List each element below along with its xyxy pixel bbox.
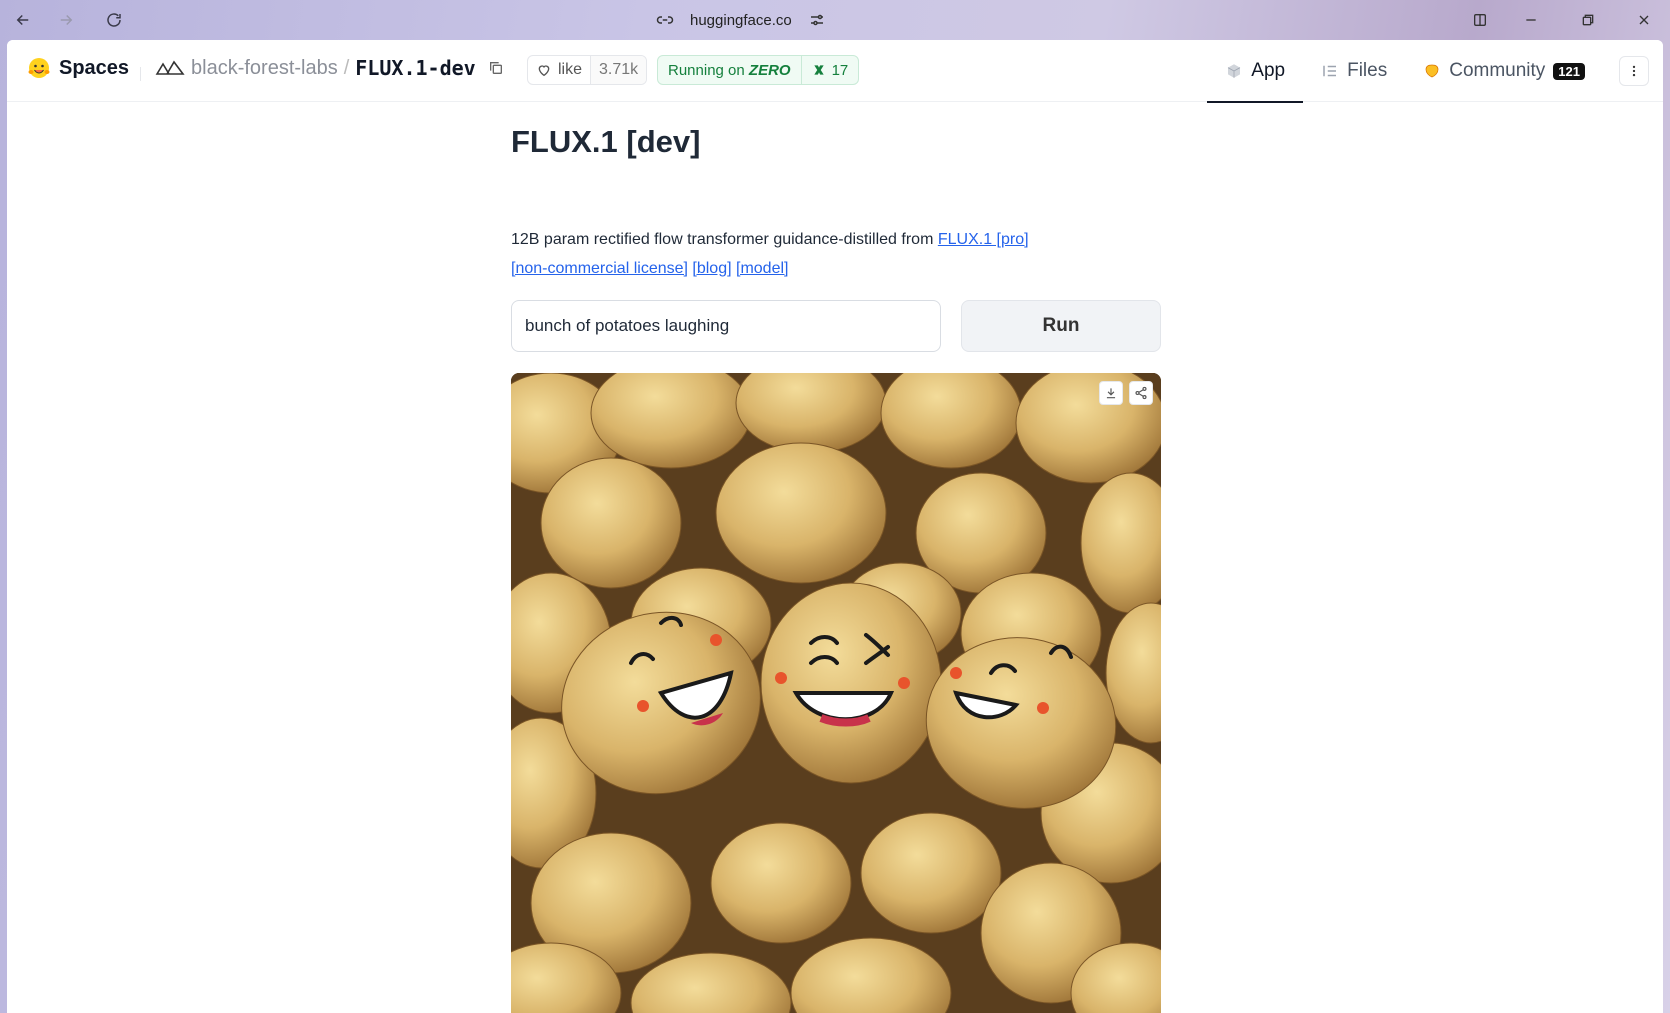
breadcrumb-separator: / [343,56,350,79]
close-icon[interactable] [1633,9,1655,31]
potatoes-image-illustration [511,373,1161,1013]
tab-files[interactable]: Files [1303,40,1405,102]
app-description: 12B param rectified flow transformer gui… [511,225,1161,283]
zero-gpu-count-wrap: 17 [800,56,859,84]
community-count-badge: 121 [1553,62,1585,80]
spaces-link[interactable]: Spaces [27,56,129,80]
reload-icon[interactable] [103,9,125,31]
restore-icon[interactable] [1577,9,1599,31]
share-icon [1135,386,1147,400]
site-header: Spaces black-forest-labs / FLUX.1-dev li… [7,40,1663,103]
files-icon [1323,65,1337,77]
hardware-label: ZERO [748,61,791,79]
like-button[interactable]: like 3.71k [527,55,648,85]
more-menu-button[interactable] [1619,56,1649,86]
share-button[interactable] [1129,381,1153,405]
tab-community[interactable]: Community 121 [1405,40,1603,102]
copy-icon[interactable] [488,60,504,76]
like-label-wrap: like [528,56,590,84]
generated-image [511,373,1161,1013]
breadcrumb: black-forest-labs / FLUX.1-dev [155,56,504,80]
prompt-value: bunch of potatoes laughing [525,316,730,335]
heart-icon [538,65,550,77]
link-icon [656,16,674,24]
description-text: 12B param rectified flow transformer gui… [511,231,938,248]
header-divider [140,67,141,81]
zero-count: 17 [831,61,849,79]
tab-app-label: App [1251,60,1286,81]
page-title: FLUX.1 [dev] [511,124,701,159]
url-text: huggingface.co [690,11,792,29]
repo-name-link[interactable]: FLUX.1-dev [355,56,475,80]
zero-gpu-icon [813,65,824,75]
page: Spaces black-forest-labs / FLUX.1-dev li… [7,40,1663,1013]
blog-link[interactable]: [blog] [692,260,731,277]
back-icon[interactable] [12,9,34,31]
prompt-input[interactable]: bunch of potatoes laughing [511,300,941,352]
image-actions [1099,381,1153,405]
runtime-badge[interactable]: Running on ZERO 17 [657,55,860,85]
running-status: Running on ZERO [658,62,801,79]
browser-toolbar: huggingface.co [0,0,1670,40]
tab-files-label: Files [1347,60,1388,81]
space-tabs: App Files Community 121 [1207,40,1663,103]
org-avatar-icon [155,60,185,75]
site-settings-icon[interactable] [808,11,826,29]
community-icon [1425,64,1439,78]
license-link[interactable]: [non-commercial license] [511,260,688,277]
flux-pro-link[interactable]: FLUX.1 [pro] [938,231,1029,248]
tab-app[interactable]: App [1207,40,1303,103]
kebab-menu-icon [1632,65,1636,77]
org-link[interactable]: black-forest-labs [191,57,338,80]
hugging-face-logo-icon [28,58,50,78]
minimize-icon[interactable] [1520,9,1542,31]
forward-icon[interactable] [55,9,77,31]
like-label: like [558,61,583,78]
running-prefix: Running on [668,61,745,79]
cube-icon [1228,64,1241,78]
download-button[interactable] [1099,381,1123,405]
download-icon [1106,388,1116,399]
address-bar[interactable]: huggingface.co [656,8,826,32]
split-view-icon[interactable] [1469,9,1491,31]
tab-community-label: Community [1449,60,1546,81]
spaces-label: Spaces [59,56,130,79]
run-button[interactable]: Run [961,300,1161,352]
like-count: 3.71k [590,56,647,84]
model-link[interactable]: [model] [736,260,788,277]
